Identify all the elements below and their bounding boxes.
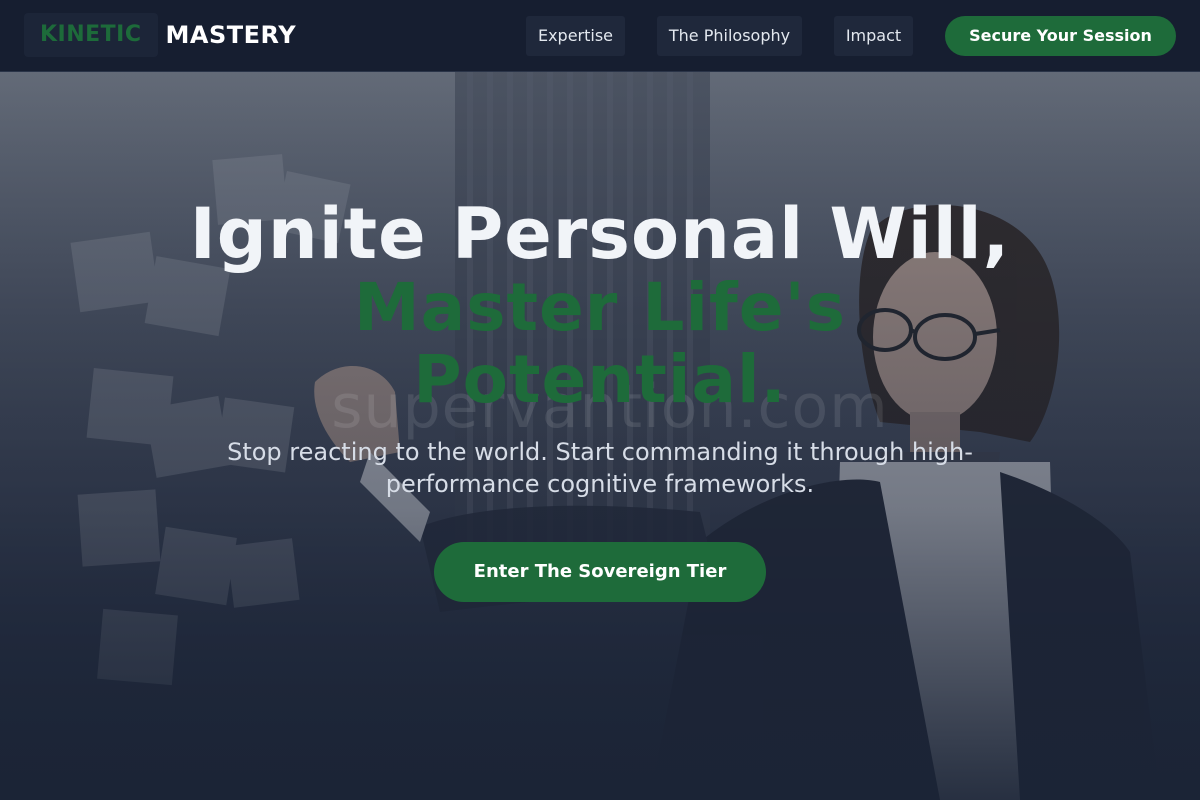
nav-link-expertise[interactable]: Expertise: [526, 16, 625, 56]
logo-wordmark: MASTERY: [165, 21, 297, 49]
nav-link-philosophy[interactable]: The Philosophy: [657, 16, 802, 56]
hero-headline-primary: Ignite Personal Will,: [189, 193, 1011, 275]
secure-session-button[interactable]: Secure Your Session: [945, 16, 1176, 56]
nav-link-impact[interactable]: Impact: [834, 16, 913, 56]
enter-sovereign-tier-button[interactable]: Enter The Sovereign Tier: [434, 542, 766, 602]
hero-section: supervantion.com Ignite Personal Will, M…: [0, 72, 1200, 800]
hero-headline-accent: Master Life's Potential.: [354, 269, 846, 418]
logo-mark: KINETIC: [24, 13, 158, 57]
top-navigation: KINETIC MASTERY Expertise The Philosophy…: [0, 0, 1200, 72]
hero-subheadline: Stop reacting to the world. Start comman…: [227, 438, 973, 498]
brand-logo[interactable]: KINETIC MASTERY: [24, 13, 296, 57]
